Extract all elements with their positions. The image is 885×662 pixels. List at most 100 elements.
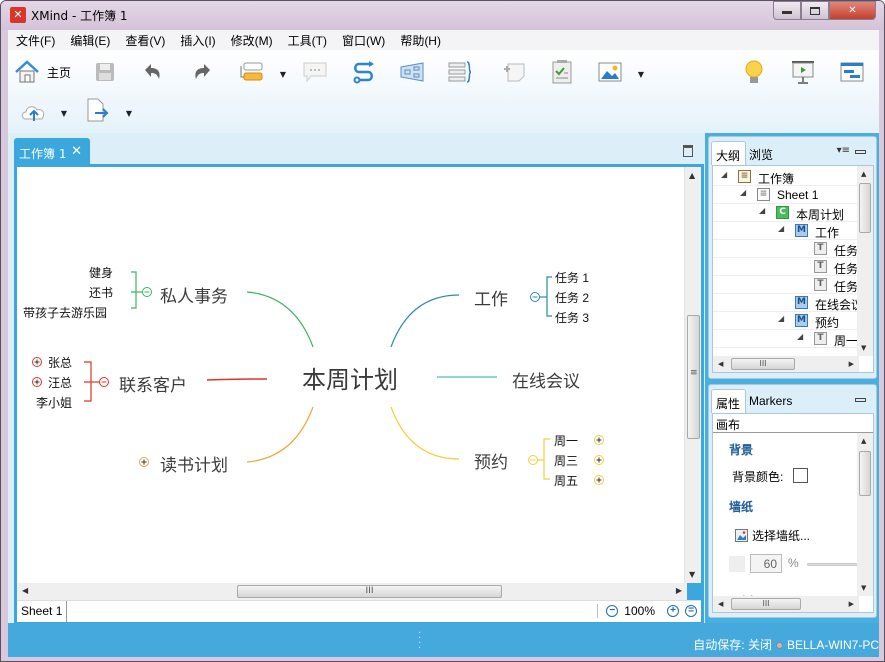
outline-horizontal-scrollbar[interactable]: ◀ III ▶ <box>713 356 859 372</box>
scroll-up-icon[interactable]: ▲ <box>689 171 695 180</box>
tree-row[interactable]: ◢ ≡ 工作簿 <box>713 168 858 186</box>
zoom-fit-icon[interactable]: = <box>685 605 697 617</box>
undo-button[interactable] <box>139 58 167 86</box>
relationship-button[interactable] <box>350 58 378 86</box>
expand-triangle-icon[interactable]: ◢ <box>797 332 803 341</box>
topic-reading-plan[interactable]: 读书计划 <box>160 451 228 476</box>
topic-appointments[interactable]: 预约 <box>474 448 508 473</box>
subtopic-task-1[interactable]: 任务 1 <box>555 269 589 286</box>
topic-work[interactable]: 工作 <box>474 285 508 310</box>
idea-button[interactable] <box>740 58 768 86</box>
subtopic-amusement-park[interactable]: 带孩子去游乐园 <box>23 304 107 321</box>
properties-horizontal-scrollbar[interactable]: ◀ III ▶ <box>713 596 859 612</box>
view-menu-icon[interactable]: ▾≡ <box>837 145 850 156</box>
subtopic-friday[interactable]: 周五 <box>554 472 578 489</box>
central-topic[interactable]: 本周计划 <box>302 360 398 395</box>
insert-topic-dropdown[interactable]: ▼ <box>278 69 288 79</box>
export-dropdown[interactable]: ▼ <box>124 108 134 118</box>
image-dropdown[interactable]: ▼ <box>636 69 646 79</box>
vscroll-thumb[interactable] <box>687 315 700 439</box>
tree-row[interactable]: ◢ M 工作 <box>713 222 858 240</box>
properties-vscroll-thumb[interactable] <box>859 451 871 496</box>
presentation-button[interactable] <box>789 58 817 86</box>
properties-vertical-scrollbar[interactable]: ▲ ▼ <box>857 433 873 596</box>
maximize-editor-icon[interactable] <box>683 145 693 157</box>
menu-view[interactable]: 查看(V) <box>125 32 165 49</box>
upload-button[interactable] <box>20 98 48 126</box>
scroll-down-icon[interactable]: ▼ <box>861 344 866 352</box>
zoom-out-icon[interactable]: − <box>606 605 619 617</box>
hscroll-thumb[interactable]: III <box>237 585 502 598</box>
redo-button[interactable] <box>188 58 216 86</box>
close-button[interactable]: ✕ <box>829 1 876 20</box>
tree-row[interactable]: T 任务 <box>713 258 858 276</box>
subtopic-fitness[interactable]: 健身 <box>89 264 113 281</box>
topic-contact-clients[interactable]: 联系客户 <box>119 371 187 396</box>
subtopic-mr-zhang[interactable]: 张总 <box>48 354 72 371</box>
subtopic-monday[interactable]: 周一 <box>554 432 578 449</box>
scroll-right-icon[interactable]: ▶ <box>849 360 854 368</box>
wallpaper-opacity-checkbox[interactable] <box>729 556 745 572</box>
topic-private-affairs[interactable]: 私人事务 <box>160 282 228 307</box>
topic-online-meeting[interactable]: 在线会议 <box>512 367 580 392</box>
tab-markers[interactable]: Markers <box>745 389 797 413</box>
scroll-down-icon[interactable]: ▼ <box>689 570 695 579</box>
tab-outline[interactable]: 大纲 <box>711 141 747 165</box>
tab-properties[interactable]: 属性 <box>711 389 747 413</box>
tree-row[interactable]: T 任务 <box>713 240 858 258</box>
gantt-button[interactable] <box>838 58 866 86</box>
summary-button[interactable] <box>446 58 474 86</box>
menu-edit[interactable]: 编辑(E) <box>70 32 110 49</box>
expand-triangle-icon[interactable]: ◢ <box>759 206 765 215</box>
subtopic-return-book[interactable]: 还书 <box>89 284 113 301</box>
save-button[interactable] <box>91 58 119 86</box>
background-color-swatch[interactable] <box>793 468 808 483</box>
tree-row[interactable]: ◢ T 周一 <box>713 330 858 348</box>
tab-close-icon[interactable]: ✕ <box>71 144 82 159</box>
mindmap-canvas[interactable]: 本周计划 私人事务 健身 还书 带孩子去游乐园 联系客户 张总 汪总 李小姐 读… <box>17 167 701 583</box>
tree-row[interactable]: ◢ C 本周计划 <box>713 204 858 222</box>
upload-dropdown[interactable]: ▼ <box>59 108 69 118</box>
scroll-up-icon[interactable]: ▲ <box>861 170 866 178</box>
tree-row[interactable]: ◢ M 预约 <box>713 312 858 330</box>
opacity-input[interactable]: 60 <box>750 554 782 573</box>
minimize-panel-icon[interactable] <box>855 398 866 402</box>
scroll-left-icon[interactable]: ◀ <box>718 360 723 368</box>
outline-vscroll-thumb[interactable] <box>859 183 871 233</box>
menu-window[interactable]: 窗口(W) <box>342 32 385 49</box>
properties-hscroll-thumb[interactable]: III <box>731 598 801 610</box>
export-button[interactable] <box>84 96 112 124</box>
menu-help[interactable]: 帮助(H) <box>400 32 441 49</box>
minimize-panel-icon[interactable] <box>855 150 866 154</box>
subtopic-miss-li[interactable]: 李小姐 <box>36 394 72 411</box>
sheet-tab-1[interactable]: Sheet 1 <box>17 601 68 622</box>
tree-row[interactable]: ◢ ≡ Sheet 1 <box>713 186 858 204</box>
tree-row[interactable]: T 任务 <box>713 276 858 294</box>
callout-button[interactable] <box>301 58 329 86</box>
opacity-slider[interactable] <box>807 563 859 566</box>
scroll-right-icon[interactable]: ▶ <box>676 586 682 595</box>
canvas-vertical-scrollbar[interactable]: ▲ ▼ <box>684 167 701 583</box>
resize-grip-icon[interactable]: · · · · <box>418 629 421 654</box>
menu-file[interactable]: 文件(F) <box>16 32 55 49</box>
subtopic-wednesday[interactable]: 周三 <box>554 452 578 469</box>
tab-workbook-1[interactable]: 工作簿 1 ✕ <box>14 138 90 165</box>
home-button[interactable]: 主页 <box>14 58 84 86</box>
subtopic-mr-wang[interactable]: 汪总 <box>48 374 72 391</box>
menu-insert[interactable]: 插入(I) <box>180 32 215 49</box>
tab-browse[interactable]: 浏览 <box>745 141 778 165</box>
zoom-in-icon[interactable]: + <box>667 605 679 617</box>
subtopic-task-3[interactable]: 任务 3 <box>555 309 589 326</box>
outline-hscroll-thumb[interactable]: III <box>731 358 795 370</box>
subtopic-task-2[interactable]: 任务 2 <box>555 289 589 306</box>
insert-topic-button[interactable] <box>237 58 265 86</box>
expand-triangle-icon[interactable]: ◢ <box>778 224 784 233</box>
scroll-right-icon[interactable]: ▶ <box>849 600 854 608</box>
menu-modify[interactable]: 修改(M) <box>231 32 273 49</box>
scroll-down-icon[interactable]: ▼ <box>861 584 866 592</box>
task-button[interactable] <box>548 58 576 86</box>
choose-wallpaper-button[interactable]: 选择墙纸... <box>735 527 810 544</box>
tree-row[interactable]: M 在线会议 <box>713 294 858 312</box>
scroll-left-icon[interactable]: ◀ <box>22 586 28 595</box>
minimize-button[interactable] <box>773 1 801 20</box>
